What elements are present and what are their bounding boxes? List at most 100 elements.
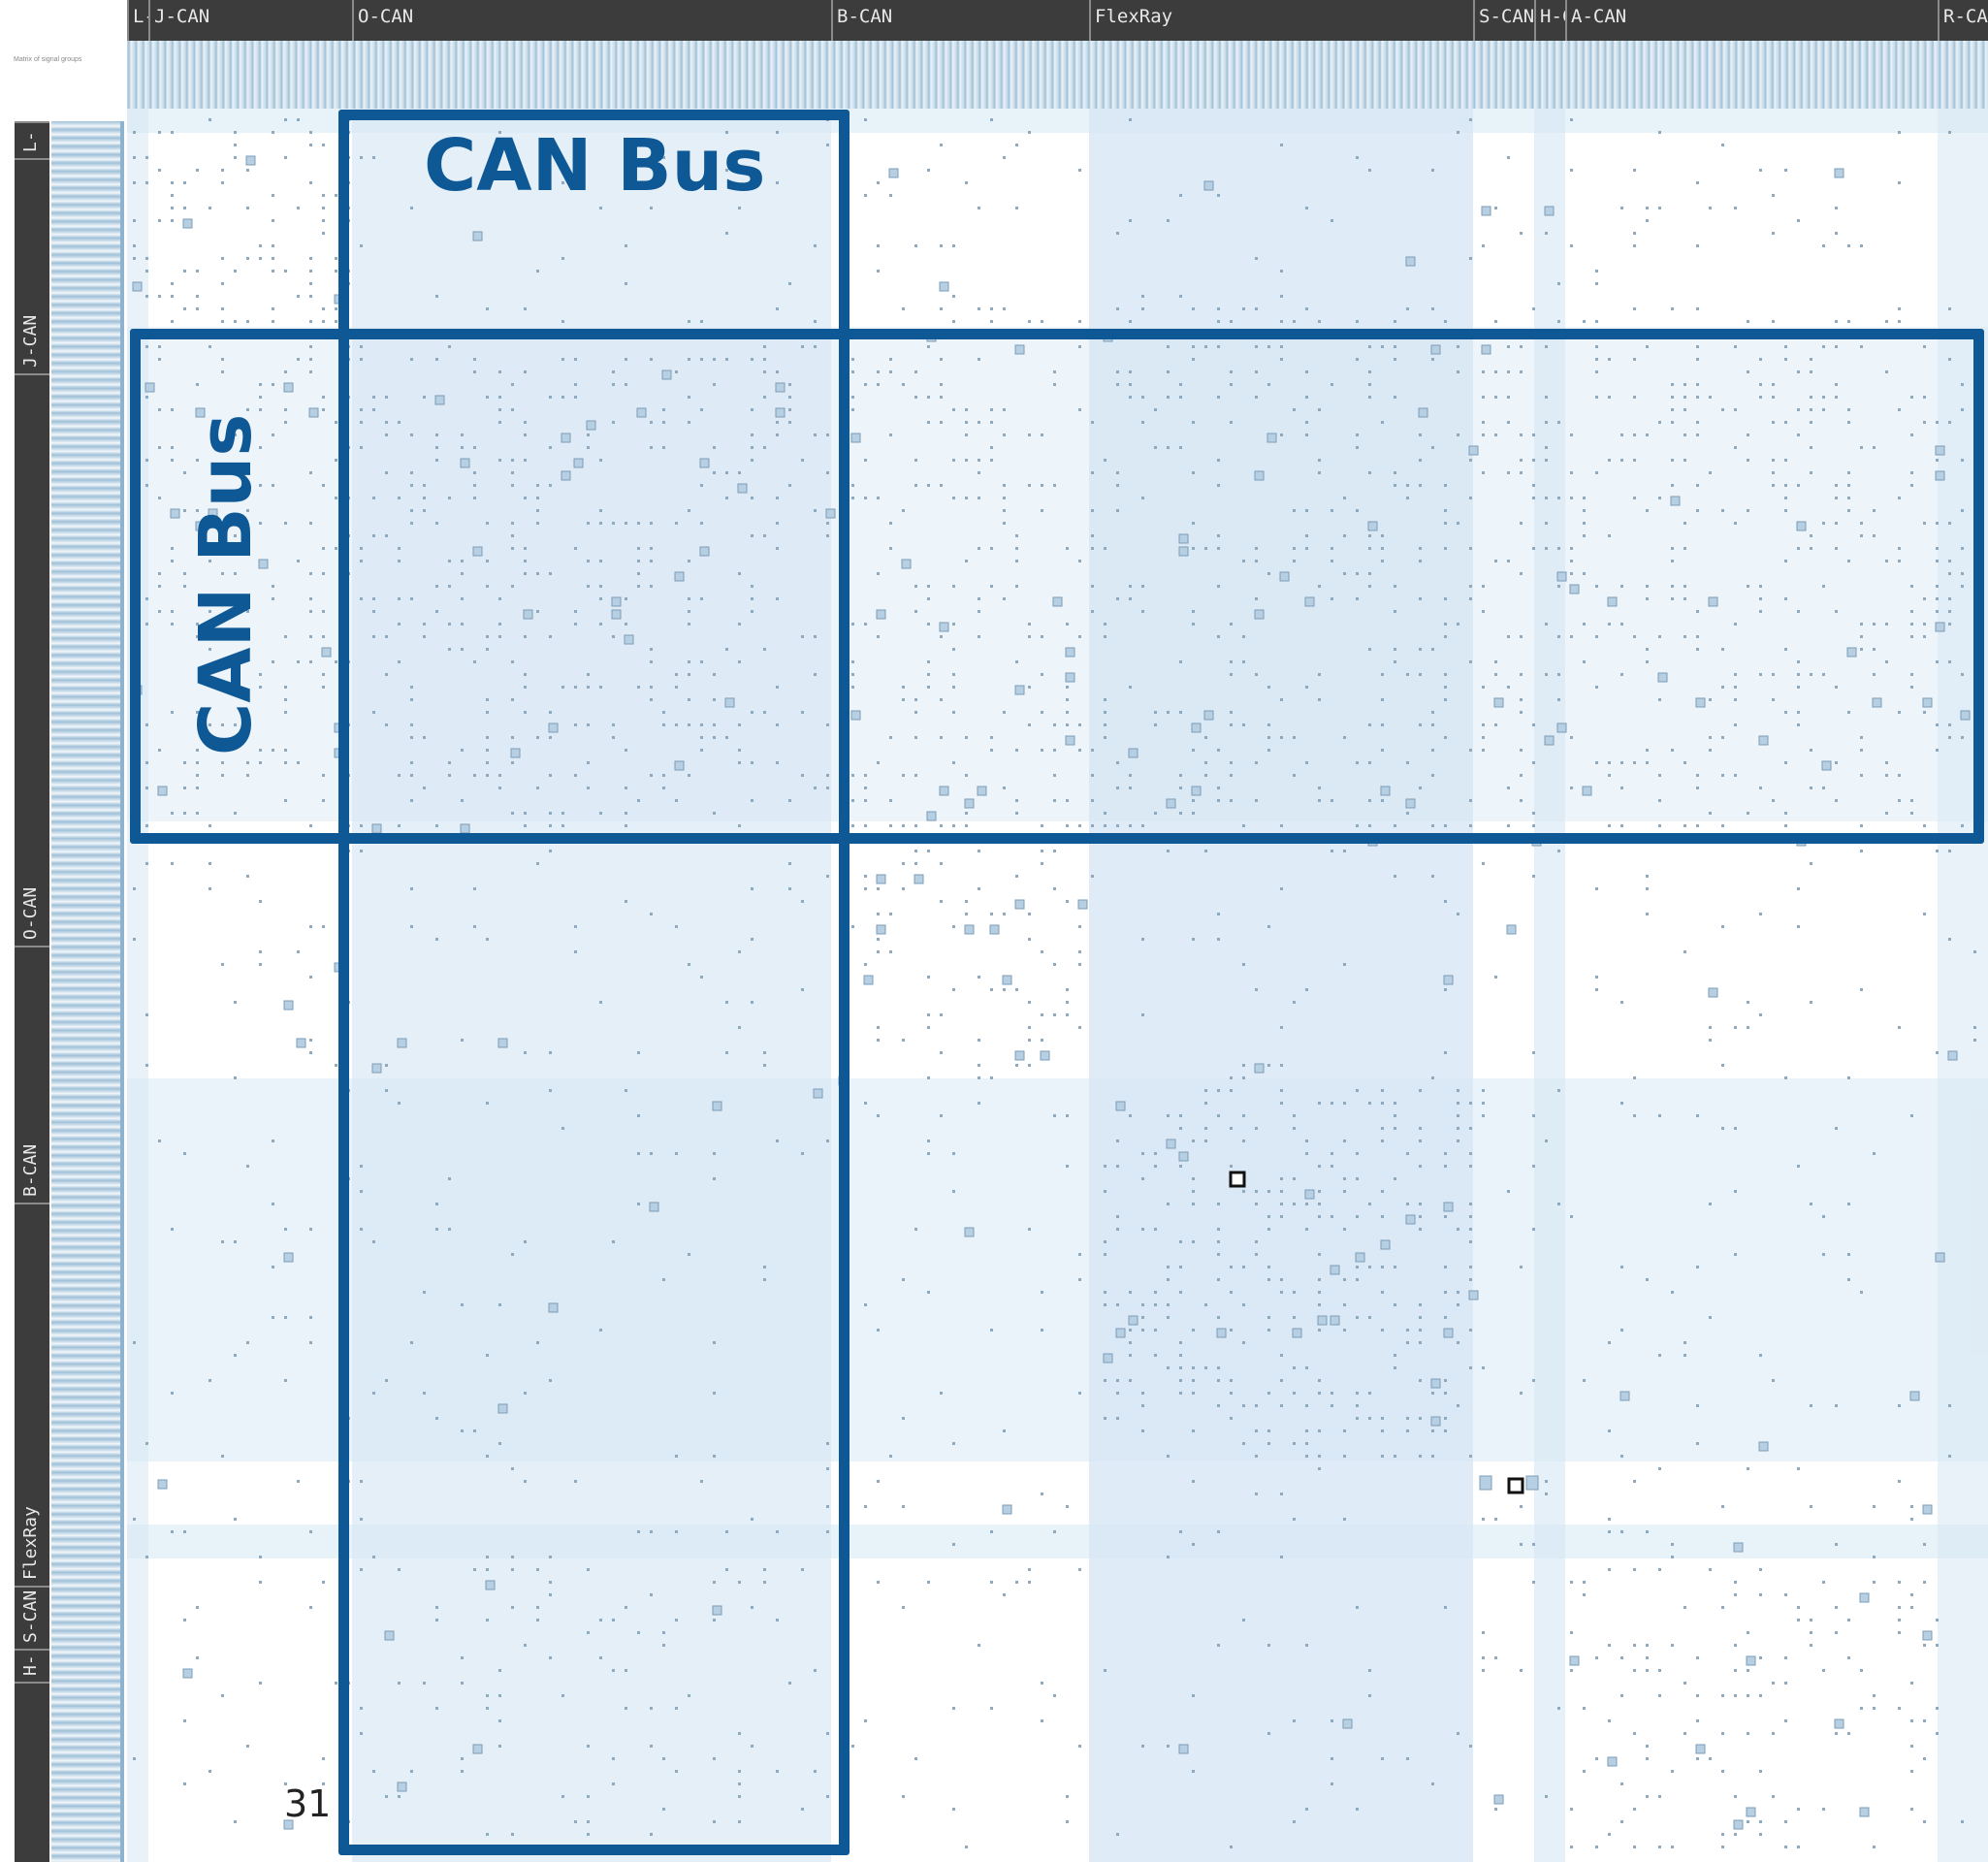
- matrix-cell: [927, 1581, 930, 1584]
- matrix-cell: [1772, 194, 1775, 197]
- row-bus-h[interactable]: H-: [15, 1649, 49, 1682]
- matrix-cell: [245, 155, 256, 166]
- matrix-cell: [133, 244, 136, 247]
- matrix-cell: [902, 1505, 905, 1508]
- matrix-cell: [322, 194, 325, 197]
- matrix-cell: [1633, 232, 1636, 235]
- matrix-cell: [1053, 850, 1056, 852]
- matrix-cell: [902, 862, 905, 865]
- row-bus-b-can[interactable]: B-CAN: [15, 946, 49, 1203]
- matrix-cell: [888, 168, 899, 178]
- matrix-cell: [1545, 1140, 1548, 1142]
- matrix-cell: [1078, 1568, 1081, 1571]
- matrix-cell: [877, 181, 880, 184]
- matrix-cell: [1507, 1190, 1510, 1193]
- matrix-cell: [1242, 1303, 1245, 1306]
- col-bus-a-can[interactable]: A-CAN: [1565, 0, 1938, 41]
- matrix-cell: [322, 1581, 325, 1584]
- matrix-cell: [1280, 1177, 1283, 1180]
- col-bus-j-can[interactable]: J-CAN: [148, 0, 352, 41]
- row-bus-j-can[interactable]: J-CAN: [15, 158, 49, 373]
- row-bus-flexray[interactable]: FlexRay: [15, 1203, 49, 1586]
- col-bus-r-ca[interactable]: R-CA: [1938, 0, 1988, 41]
- matrix-cell: [1280, 1203, 1283, 1205]
- matrix-cell: [1356, 1089, 1359, 1092]
- matrix-cell: [1784, 1682, 1787, 1685]
- matrix-cell: [1267, 1644, 1270, 1647]
- matrix-cell: [902, 1039, 905, 1042]
- matrix-cell: [864, 1719, 867, 1722]
- matrix-cell: [1293, 1001, 1296, 1004]
- matrix-cell: [1104, 1165, 1106, 1168]
- matrix-cell: [1267, 1215, 1270, 1218]
- matrix-cell: [964, 1227, 975, 1237]
- matrix-cell: [1557, 1089, 1560, 1092]
- matrix-cell: [1570, 244, 1573, 247]
- matrix-cell: [309, 1606, 312, 1609]
- matrix-cell: [1810, 1631, 1812, 1634]
- matrix-cell: [309, 1316, 312, 1319]
- matrix-cell: [234, 1518, 237, 1521]
- matrix-cell: [145, 181, 148, 184]
- matrix-cell: [1734, 1253, 1737, 1256]
- matrix-cell: [171, 219, 174, 222]
- matrix-cell: [234, 1001, 237, 1004]
- matrix-cell: [1797, 1165, 1800, 1168]
- matrix-cell: [158, 295, 161, 298]
- row-bus-l[interactable]: L-: [15, 121, 49, 158]
- matrix-cell: [1003, 1429, 1006, 1432]
- col-bus-s-can[interactable]: S-CAN: [1473, 0, 1534, 41]
- matrix-cell: [1746, 1807, 1756, 1817]
- col-bus-o-can[interactable]: O-CAN: [352, 0, 831, 41]
- matrix-cell: [1898, 1480, 1901, 1483]
- matrix-cell: [322, 144, 325, 146]
- matrix-cell: [1910, 1719, 1913, 1722]
- matrix-cell: [183, 1619, 186, 1621]
- matrix-cell: [1595, 320, 1598, 323]
- row-bus-s-can[interactable]: S-CAN: [15, 1586, 49, 1649]
- matrix-cell: [309, 1039, 312, 1042]
- matrix-cell: [234, 144, 237, 146]
- row-bus-rest[interactable]: [15, 1682, 49, 1862]
- matrix-cell: [1255, 307, 1258, 310]
- matrix-cell: [1167, 1745, 1170, 1748]
- matrix-cell: [145, 270, 148, 273]
- matrix-cell: [1822, 1669, 1825, 1672]
- matrix-cell: [221, 282, 224, 285]
- matrix-cell: [1469, 1165, 1472, 1168]
- matrix-cell: [1646, 219, 1649, 222]
- matrix-cell: [877, 244, 880, 247]
- matrix-cell: [1040, 1050, 1050, 1061]
- matrix-cell: [145, 1013, 148, 1016]
- matrix-cell: [1482, 1669, 1485, 1672]
- matrix-cell: [1469, 1215, 1472, 1218]
- matrix-cell: [1394, 1177, 1396, 1180]
- matrix-cell: [1015, 144, 1018, 146]
- col-bus-b-can[interactable]: B-CAN: [831, 0, 1089, 41]
- matrix-cell: [1406, 1429, 1409, 1432]
- matrix-cell: [1242, 1404, 1245, 1407]
- matrix-cell: [1721, 1732, 1724, 1735]
- matrix-cell: [1242, 1140, 1245, 1142]
- matrix-cell: [1696, 1114, 1699, 1117]
- matrix-cell: [1129, 118, 1132, 121]
- matrix-cell: [1356, 1417, 1359, 1420]
- matrix-cell: [1343, 1329, 1346, 1332]
- matrix-cell: [1721, 1846, 1724, 1848]
- matrix-cell: [1129, 1354, 1132, 1357]
- row-bus-o-can[interactable]: O-CAN: [15, 373, 49, 946]
- col-bus-l-c[interactable]: L-C: [127, 0, 148, 41]
- matrix-cell: [1318, 1467, 1321, 1470]
- row-signal-ticks[interactable]: [51, 121, 124, 1862]
- matrix-cell: [1595, 270, 1598, 273]
- matrix-cell: [1280, 1064, 1283, 1067]
- matrix-cell: [1217, 1278, 1220, 1281]
- matrix-cell: [145, 1442, 148, 1445]
- col-bus-flexray[interactable]: FlexRay: [1089, 0, 1473, 41]
- matrix-cell: [1797, 1619, 1800, 1621]
- matrix-cell: [1797, 1606, 1800, 1609]
- matrix-cell: [335, 270, 337, 273]
- column-signal-ticks[interactable]: [127, 41, 1988, 109]
- col-bus-h-c[interactable]: H-C: [1534, 0, 1565, 41]
- matrix-cell: [284, 1228, 287, 1231]
